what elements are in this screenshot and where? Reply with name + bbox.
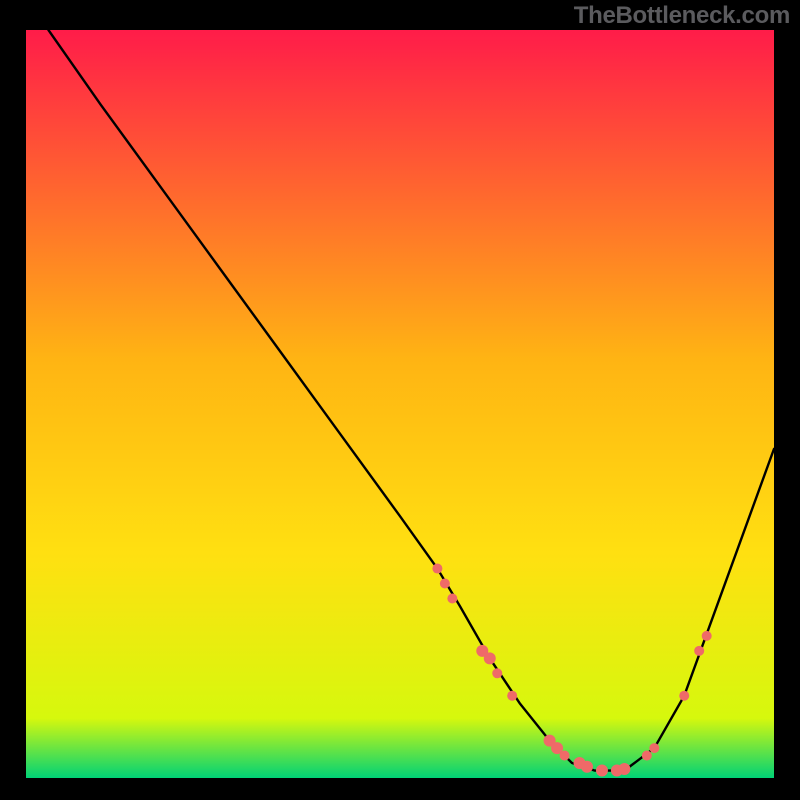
gradient-background bbox=[26, 30, 774, 778]
scatter-point bbox=[492, 668, 502, 678]
scatter-point bbox=[618, 763, 630, 775]
scatter-point bbox=[507, 691, 517, 701]
scatter-point bbox=[694, 646, 704, 656]
scatter-point bbox=[560, 751, 570, 761]
scatter-point bbox=[484, 652, 496, 664]
scatter-point bbox=[432, 564, 442, 574]
scatter-point bbox=[440, 579, 450, 589]
scatter-point bbox=[702, 631, 712, 641]
scatter-point bbox=[679, 691, 689, 701]
chart-svg bbox=[26, 30, 774, 778]
plot-area bbox=[26, 30, 774, 778]
chart-root: TheBottleneck.com bbox=[0, 0, 800, 800]
scatter-point bbox=[649, 743, 659, 753]
scatter-point bbox=[596, 765, 608, 777]
scatter-point bbox=[642, 751, 652, 761]
watermark-text: TheBottleneck.com bbox=[574, 2, 790, 30]
scatter-point bbox=[447, 593, 457, 603]
scatter-point bbox=[581, 761, 593, 773]
